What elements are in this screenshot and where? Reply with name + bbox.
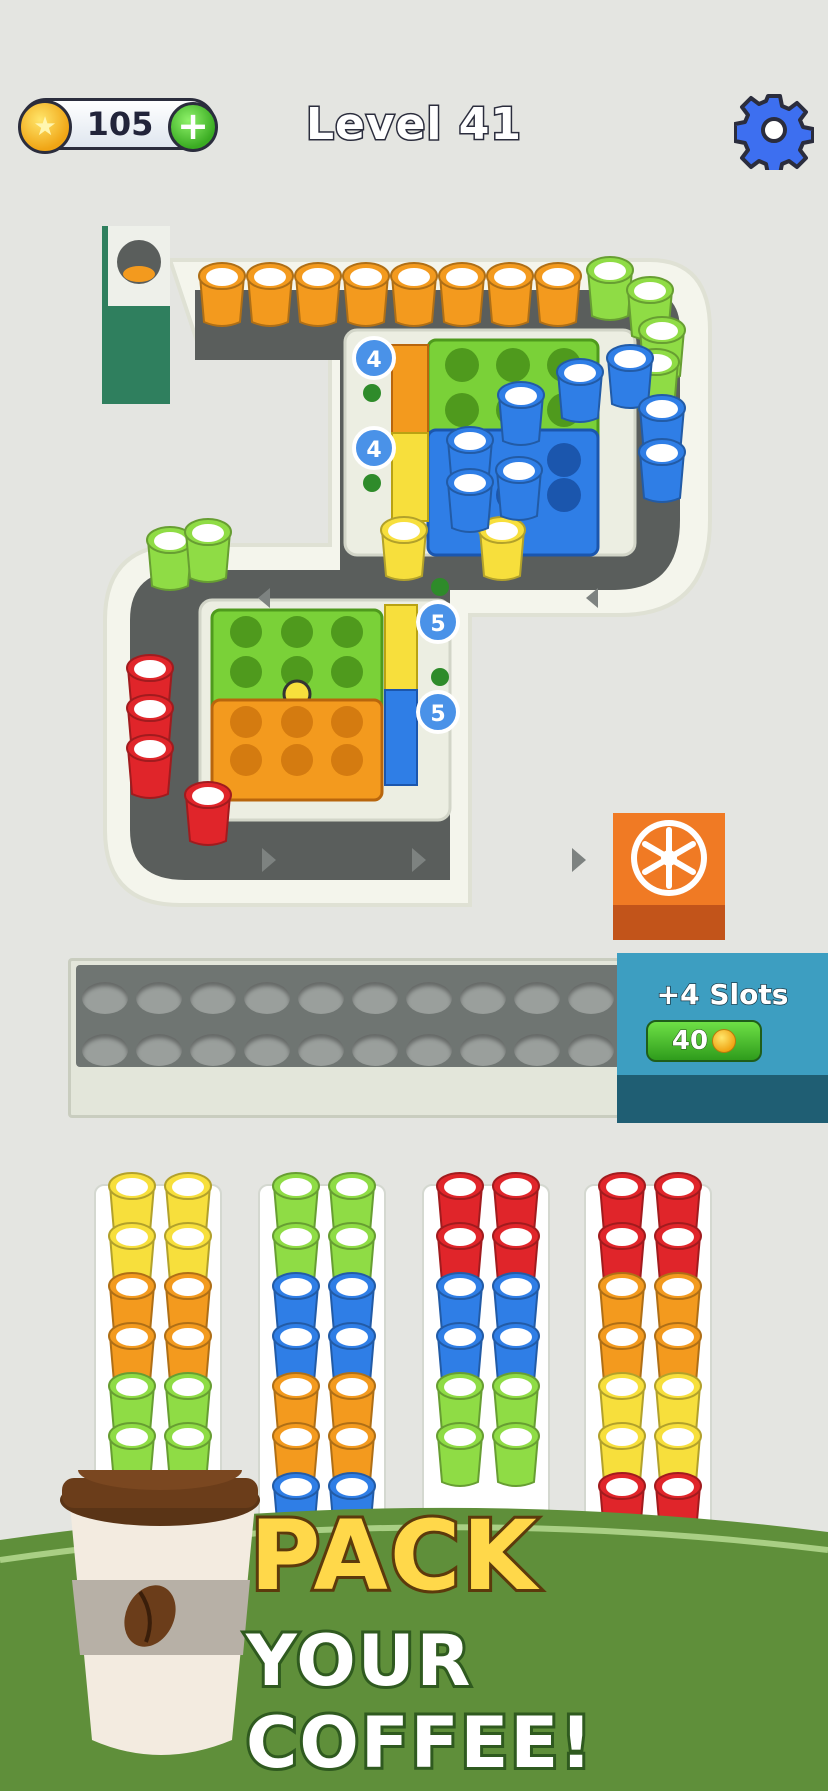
queue-cup	[342, 262, 390, 327]
empty-slot	[82, 1034, 128, 1066]
empty-slot	[244, 982, 290, 1014]
queue-cup	[438, 262, 486, 327]
queue-cup	[126, 734, 174, 799]
game-board: 4 4 5 5	[102, 226, 725, 940]
buy-slots-price: 40	[671, 1026, 709, 1057]
add-slots-panel-base	[617, 1075, 828, 1123]
empty-slot	[190, 982, 236, 1014]
queue-cup	[486, 262, 534, 327]
cup-tray-orange	[210, 698, 384, 802]
empty-slot	[244, 1034, 290, 1066]
tray-cup	[495, 456, 543, 521]
empty-slot	[460, 1034, 506, 1066]
tray-cup	[497, 381, 545, 446]
side-tray-yellow-2	[384, 604, 418, 691]
empty-slot	[406, 982, 452, 1014]
holding-slots	[76, 965, 668, 1067]
cup-dispenser-icon	[123, 266, 155, 282]
queue-cup	[246, 262, 294, 327]
coin-icon	[712, 1029, 737, 1053]
tray-counter-2-label: 4	[366, 438, 381, 463]
queue-cup	[638, 438, 686, 503]
empty-slot	[568, 982, 614, 1014]
tray-counter-3-label: 5	[430, 612, 445, 637]
queue-cup	[294, 262, 342, 327]
queue-cup	[380, 516, 428, 581]
empty-slot	[298, 1034, 344, 1066]
coffee-cup-icon	[60, 1470, 260, 1755]
empty-slot	[514, 1034, 560, 1066]
side-tray-orange	[391, 344, 429, 434]
queue-cup	[534, 262, 582, 327]
banner-title: PACK	[247, 1497, 540, 1615]
empty-slot	[82, 982, 128, 1014]
empty-slot	[136, 982, 182, 1014]
empty-slot	[406, 1034, 452, 1066]
gear-icon	[734, 94, 814, 170]
settings-button[interactable]	[734, 90, 814, 170]
side-tray-yellow	[391, 432, 429, 522]
side-tray-blue	[384, 689, 418, 786]
empty-slot	[136, 1034, 182, 1066]
packer-machine	[613, 813, 725, 940]
queue-cup	[198, 262, 246, 327]
coin-count: 105	[86, 105, 154, 143]
tray-cup	[446, 468, 494, 533]
banner-subtitle: YOUR COFFEE!	[243, 1617, 595, 1787]
cup-dispenser	[102, 226, 170, 404]
fan-icon	[631, 820, 707, 896]
buy-slots-button[interactable]: 40	[646, 1020, 762, 1062]
empty-slot	[568, 1034, 614, 1066]
queue-cup	[390, 262, 438, 327]
add-slots-label: +4 Slots	[656, 977, 789, 1012]
queue-cup	[184, 518, 232, 583]
empty-slot	[460, 982, 506, 1014]
queue-cup	[586, 256, 634, 321]
add-coins-button[interactable]: +	[168, 102, 218, 152]
empty-slot	[514, 982, 560, 1014]
empty-slot	[190, 1034, 236, 1066]
level-title: Level 41	[304, 98, 523, 152]
tray-counter-1-label: 4	[366, 348, 381, 373]
queue-cup	[184, 781, 232, 846]
empty-slot	[352, 982, 398, 1014]
empty-slot	[298, 982, 344, 1014]
coin-star-icon: ★	[18, 100, 72, 154]
tray-counter-4-label: 5	[430, 702, 445, 727]
empty-slot	[352, 1034, 398, 1066]
tray-cup	[556, 358, 604, 423]
